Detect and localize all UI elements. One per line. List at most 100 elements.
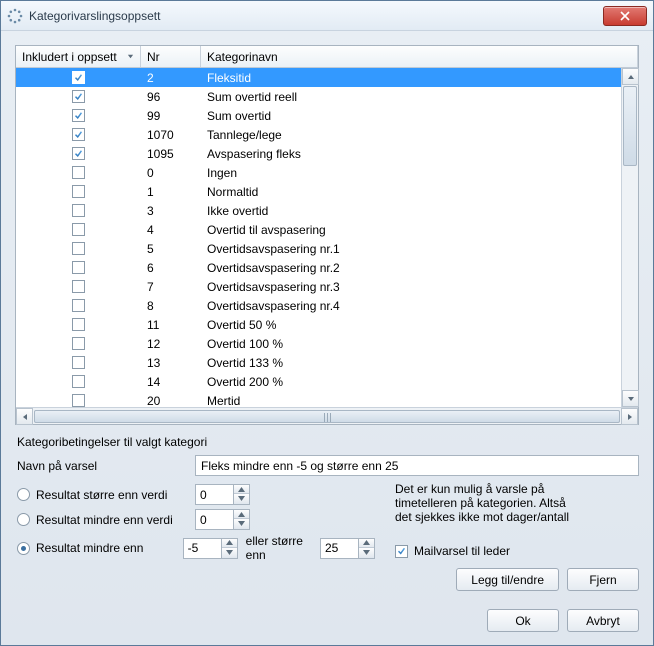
row-name: Overtid 133 % xyxy=(201,356,638,370)
range-low-spinner[interactable] xyxy=(183,538,238,559)
horizontal-scrollbar[interactable] xyxy=(16,407,638,424)
grid-header: Inkludert i oppsett Nr Kategorinavn xyxy=(16,46,638,68)
spin-down-icon[interactable] xyxy=(234,519,249,528)
close-button[interactable] xyxy=(603,6,647,26)
column-header-name[interactable]: Kategorinavn xyxy=(201,46,638,67)
mail-checkbox[interactable] xyxy=(395,545,408,558)
table-row[interactable]: 1070Tannlege/lege xyxy=(16,125,638,144)
row-checkbox[interactable] xyxy=(72,90,85,103)
mail-checkbox-label: Mailvarsel til leder xyxy=(414,544,510,558)
table-row[interactable]: 11Overtid 50 % xyxy=(16,315,638,334)
row-checkbox[interactable] xyxy=(72,147,85,160)
row-name: Avspasering fleks xyxy=(201,147,638,161)
column-header-nr[interactable]: Nr xyxy=(141,46,201,67)
table-row[interactable]: 96Sum overtid reell xyxy=(16,87,638,106)
add-edit-button[interactable]: Legg til/endre xyxy=(456,568,559,591)
row-name: Overtidsavspasering nr.1 xyxy=(201,242,638,256)
table-row[interactable]: 7Overtidsavspasering nr.3 xyxy=(16,277,638,296)
scroll-thumb[interactable] xyxy=(623,86,637,166)
hscroll-thumb[interactable] xyxy=(34,410,620,423)
table-row[interactable]: 1095Avspasering fleks xyxy=(16,144,638,163)
table-row[interactable]: 14Overtid 200 % xyxy=(16,372,638,391)
section-heading: Kategoribetingelser til valgt kategori xyxy=(17,435,637,449)
row-name: Overtidsavspasering nr.4 xyxy=(201,299,638,313)
greater-than-value[interactable] xyxy=(195,484,233,505)
table-row[interactable]: 1Normaltid xyxy=(16,182,638,201)
table-row[interactable]: 4Overtid til avspasering xyxy=(16,220,638,239)
row-checkbox[interactable] xyxy=(72,299,85,312)
table-row[interactable]: 8Overtidsavspasering nr.4 xyxy=(16,296,638,315)
row-checkbox[interactable] xyxy=(72,280,85,293)
spin-up-icon[interactable] xyxy=(234,510,249,519)
row-checkbox[interactable] xyxy=(72,375,85,388)
row-nr: 5 xyxy=(141,242,201,256)
row-nr: 6 xyxy=(141,261,201,275)
table-row[interactable]: 6Overtidsavspasering nr.2 xyxy=(16,258,638,277)
row-checkbox[interactable] xyxy=(72,337,85,350)
spin-down-icon[interactable] xyxy=(234,494,249,503)
row-name: Normaltid xyxy=(201,185,638,199)
grid-body: 2Fleksitid96Sum overtid reell99Sum overt… xyxy=(16,68,638,424)
scroll-up-button[interactable] xyxy=(622,68,639,85)
scroll-right-button[interactable] xyxy=(621,408,638,425)
row-checkbox[interactable] xyxy=(72,71,85,84)
range-or-label: eller større enn xyxy=(246,534,312,562)
row-nr: 4 xyxy=(141,223,201,237)
row-name: Tannlege/lege xyxy=(201,128,638,142)
spin-up-icon[interactable] xyxy=(222,539,237,548)
column-header-included[interactable]: Inkludert i oppsett xyxy=(16,46,141,67)
range-high-spinner[interactable] xyxy=(320,538,375,559)
row-checkbox[interactable] xyxy=(72,204,85,217)
spin-up-icon[interactable] xyxy=(359,539,374,548)
table-row[interactable]: 13Overtid 133 % xyxy=(16,353,638,372)
row-name: Overtidsavspasering nr.2 xyxy=(201,261,638,275)
row-checkbox[interactable] xyxy=(72,109,85,122)
radio-range-label: Resultat mindre enn xyxy=(36,541,143,555)
row-nr: 14 xyxy=(141,375,201,389)
table-row[interactable]: 12Overtid 100 % xyxy=(16,334,638,353)
row-checkbox[interactable] xyxy=(72,166,85,179)
spin-down-icon[interactable] xyxy=(359,548,374,557)
row-name: Overtid 200 % xyxy=(201,375,638,389)
row-checkbox[interactable] xyxy=(72,185,85,198)
row-nr: 0 xyxy=(141,166,201,180)
category-grid: Inkludert i oppsett Nr Kategorinavn 2Fle… xyxy=(15,45,639,425)
window-title: Kategorivarslingsoppsett xyxy=(29,9,160,23)
table-row[interactable]: 0Ingen xyxy=(16,163,638,182)
table-row[interactable]: 5Overtidsavspasering nr.1 xyxy=(16,239,638,258)
row-name: Sum overtid reell xyxy=(201,90,638,104)
table-row[interactable]: 99Sum overtid xyxy=(16,106,638,125)
row-checkbox[interactable] xyxy=(72,356,85,369)
row-checkbox[interactable] xyxy=(72,223,85,236)
sort-arrow-icon xyxy=(127,53,134,60)
spin-down-icon[interactable] xyxy=(222,548,237,557)
radio-range[interactable] xyxy=(17,542,30,555)
greater-than-spinner[interactable] xyxy=(195,484,250,505)
scroll-left-button[interactable] xyxy=(16,408,33,425)
remove-button[interactable]: Fjern xyxy=(567,568,639,591)
table-row[interactable]: 2Fleksitid xyxy=(16,68,638,87)
dialog-window: Kategorivarslingsoppsett Inkludert i opp… xyxy=(0,0,654,646)
cancel-button[interactable]: Avbryt xyxy=(567,609,639,632)
row-checkbox[interactable] xyxy=(72,261,85,274)
range-high-value[interactable] xyxy=(320,538,358,559)
row-checkbox[interactable] xyxy=(72,128,85,141)
row-nr: 3 xyxy=(141,204,201,218)
row-checkbox[interactable] xyxy=(72,394,85,407)
row-checkbox[interactable] xyxy=(72,318,85,331)
row-nr: 20 xyxy=(141,394,201,408)
table-row[interactable]: 3Ikke overtid xyxy=(16,201,638,220)
row-checkbox[interactable] xyxy=(72,242,85,255)
scroll-down-button[interactable] xyxy=(622,390,639,407)
vertical-scrollbar[interactable] xyxy=(621,68,638,407)
row-nr: 96 xyxy=(141,90,201,104)
less-than-value[interactable] xyxy=(195,509,233,530)
radio-greater-than[interactable] xyxy=(17,488,30,501)
range-low-value[interactable] xyxy=(183,538,221,559)
radio-less-than[interactable] xyxy=(17,513,30,526)
less-than-spinner[interactable] xyxy=(195,509,250,530)
ok-button[interactable]: Ok xyxy=(487,609,559,632)
alert-name-input[interactable] xyxy=(195,455,639,476)
row-name: Overtid til avspasering xyxy=(201,223,638,237)
spin-up-icon[interactable] xyxy=(234,485,249,494)
